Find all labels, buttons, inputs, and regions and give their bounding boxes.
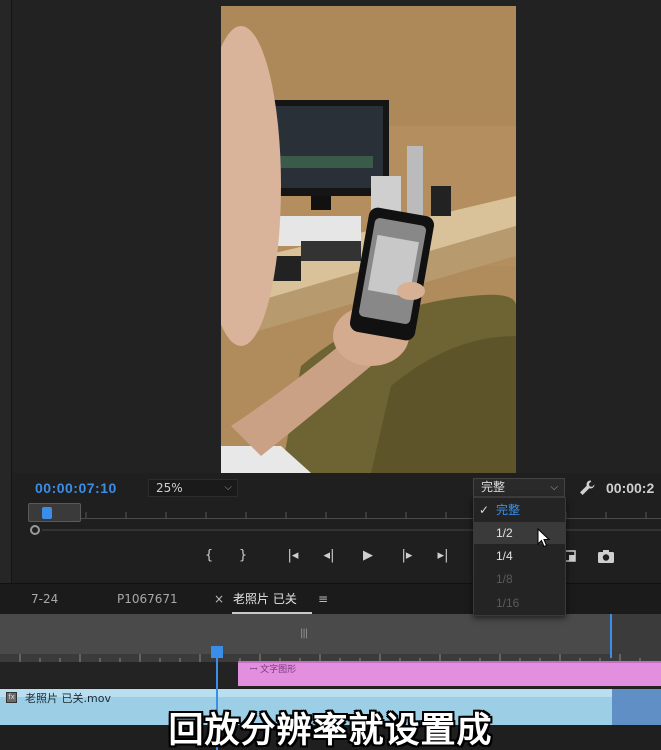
- playhead-timecode[interactable]: 00:00:07:10: [35, 480, 117, 496]
- resolution-option-label: 1/4: [496, 549, 513, 563]
- chevron-down-icon: ⌵: [550, 482, 558, 493]
- monitor-playhead[interactable]: [42, 507, 52, 519]
- video-frame: [221, 6, 516, 473]
- playback-resolution-select[interactable]: 完整 ⌵: [473, 478, 565, 497]
- panel-left-edge: [0, 0, 12, 583]
- zoom-scroll-track[interactable]: [42, 529, 661, 531]
- program-monitor: 00:00:07:10 25% ⌵ 完整 ⌵ 00:00:2 {} |◂ ◂|…: [0, 0, 661, 583]
- panel-menu-icon[interactable]: ≡: [318, 590, 328, 608]
- step-forward-button[interactable]: |▸: [396, 547, 418, 565]
- chevron-down-icon: ⌵: [224, 482, 232, 493]
- resolution-option-half[interactable]: 1/2: [474, 522, 565, 544]
- go-to-out-button[interactable]: ▸|: [432, 547, 454, 565]
- graphics-clip[interactable]: ꟷ 文字图形: [238, 661, 661, 686]
- mark-in-button[interactable]: {: [202, 547, 216, 565]
- go-to-in-button[interactable]: |◂: [282, 547, 304, 565]
- video-subtitle-caption: 回放分辨率就设置成: [168, 711, 493, 750]
- tab-old-photo[interactable]: 老照片 已关: [233, 590, 297, 608]
- resolution-option-label: 完整: [496, 503, 521, 517]
- graphics-clip-label: ꟷ 文字图形: [250, 665, 297, 675]
- resolution-option-sixteenth: 1/16: [474, 592, 565, 614]
- resolution-option-label: 1/16: [496, 596, 520, 610]
- ruler-baseline: [28, 518, 661, 519]
- resolution-option-label: 1/2: [496, 526, 513, 540]
- mouse-cursor-icon: [537, 528, 551, 548]
- tab-p1067671[interactable]: P1067671: [117, 590, 178, 608]
- playback-resolution-menu: ✓ 完整 1/2 1/4 1/8 1/16: [473, 497, 566, 616]
- duration-timecode: 00:00:2: [606, 480, 655, 496]
- step-back-button[interactable]: ◂|: [318, 547, 340, 565]
- resolution-option-eighth: 1/8: [474, 568, 565, 590]
- resolution-option-label: 1/8: [496, 572, 513, 586]
- zoom-level-select[interactable]: 25% ⌵: [148, 479, 238, 497]
- grip-icon[interactable]: |||: [300, 628, 308, 639]
- close-icon[interactable]: ×: [214, 590, 224, 608]
- zoom-scroll-handle[interactable]: [30, 525, 40, 535]
- playback-resolution-value: 完整: [481, 480, 506, 494]
- check-icon: ✓: [479, 503, 490, 517]
- play-button[interactable]: ▶: [358, 547, 378, 565]
- resolution-option-quarter[interactable]: 1/4: [474, 545, 565, 567]
- wrench-icon[interactable]: [578, 479, 596, 497]
- video-frame-image: [221, 6, 516, 473]
- tab-7-24[interactable]: 7-24: [31, 590, 58, 608]
- mark-out-button[interactable]: }: [236, 547, 250, 565]
- camera-icon[interactable]: [596, 547, 616, 565]
- monitor-in-out-range[interactable]: [28, 503, 81, 522]
- resolution-option-full[interactable]: ✓ 完整: [474, 499, 565, 521]
- zoom-level-value: 25%: [156, 481, 183, 495]
